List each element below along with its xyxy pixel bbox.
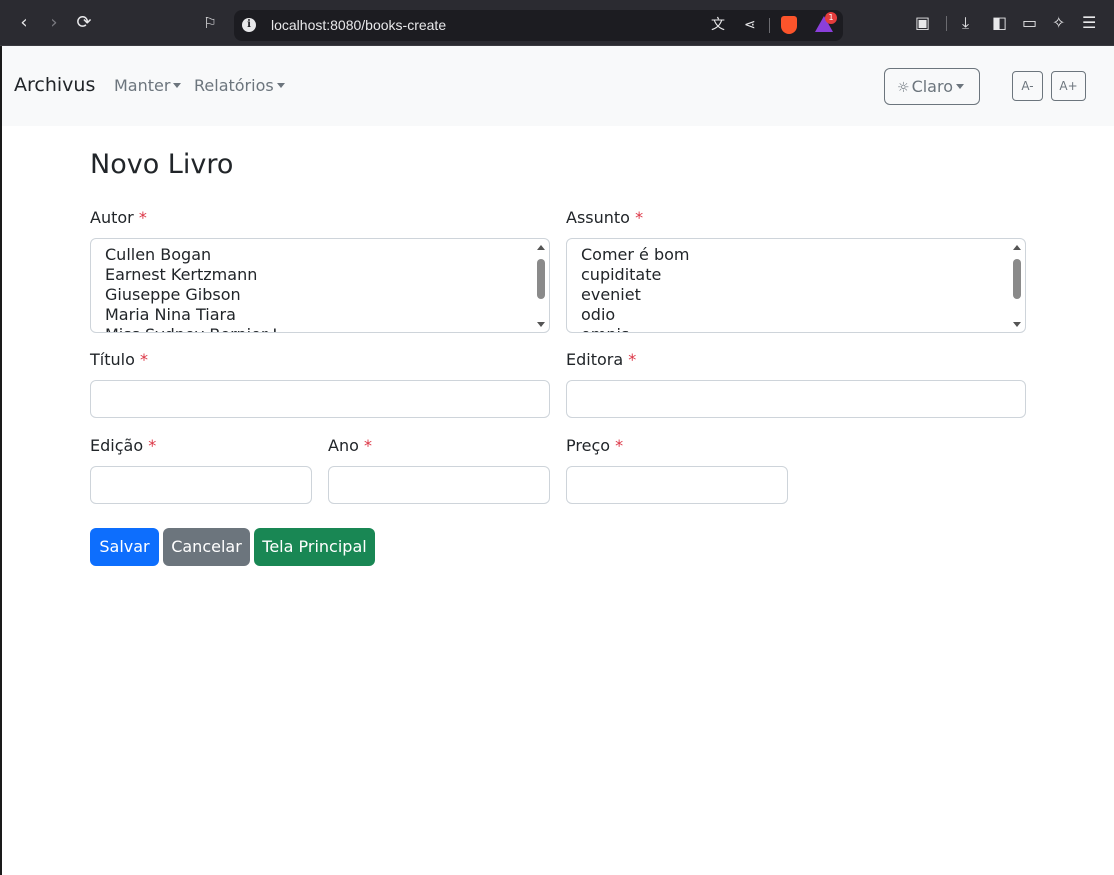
share-icon[interactable]: ⋖	[744, 16, 756, 34]
url-text[interactable]: localhost:8080/books-create	[271, 17, 446, 33]
assunto-option[interactable]: cupiditate	[581, 265, 661, 285]
reload-icon[interactable]: ⟳	[74, 13, 94, 33]
ano-label-text: Ano	[328, 436, 359, 455]
assunto-option[interactable]: eveniet	[581, 285, 641, 305]
required-mark: *	[628, 350, 637, 369]
edicao-label-text: Edição	[90, 436, 144, 455]
required-mark: *	[148, 436, 157, 455]
brand-logo[interactable]: Archivus	[14, 74, 95, 96]
edicao-label: Edição *	[90, 436, 156, 455]
chevron-down-icon	[276, 82, 285, 88]
font-increase-button[interactable]: A+	[1051, 71, 1086, 101]
autor-option[interactable]: Cullen Bogan	[105, 245, 211, 265]
required-mark: *	[615, 436, 624, 455]
home-button[interactable]: Tela Principal	[254, 528, 375, 566]
autor-option[interactable]: Miss Sydney Bernier I	[105, 325, 277, 332]
autor-select[interactable]: Cullen Bogan Earnest Kertzmann Giuseppe …	[90, 238, 550, 333]
scrollbar[interactable]	[536, 243, 546, 329]
autor-option[interactable]: Maria Nina Tiara	[105, 305, 236, 325]
window-edge	[0, 46, 2, 875]
required-mark: *	[138, 208, 147, 227]
chevron-down-icon	[956, 83, 964, 89]
scroll-up-icon[interactable]	[1013, 245, 1021, 250]
scroll-up-icon[interactable]	[537, 245, 545, 250]
browser-toolbar: ‹ › ⟳ ⚐ i localhost:8080/books-create 文 …	[0, 0, 1114, 46]
editora-label: Editora *	[566, 350, 636, 369]
required-mark: *	[363, 436, 372, 455]
theme-toggle-button[interactable]: ☼ Claro	[884, 68, 980, 105]
editora-label-text: Editora	[566, 350, 624, 369]
back-icon[interactable]: ‹	[14, 13, 34, 33]
titulo-label-text: Título	[90, 350, 135, 369]
page-title: Novo Livro	[90, 149, 234, 180]
menu-icon[interactable]: ☰	[1082, 14, 1096, 32]
assunto-option[interactable]: omnis	[581, 325, 629, 332]
notification-badge: 1	[825, 12, 837, 24]
sidebar-icon[interactable]: ◧	[992, 14, 1007, 32]
preco-label: Preço *	[566, 436, 623, 455]
font-decrease-button[interactable]: A-	[1012, 71, 1043, 101]
menu-relatorios-label: Relatórios	[194, 76, 274, 95]
app-navbar: Archivus Manter Relatórios ☼ Claro A- A+	[2, 46, 1114, 126]
ano-label: Ano *	[328, 436, 372, 455]
bookmark-icon[interactable]: ⚐	[200, 13, 220, 33]
save-button[interactable]: Salvar	[90, 528, 159, 566]
assunto-label: Assunto *	[566, 208, 643, 227]
menu-manter[interactable]: Manter	[114, 76, 182, 95]
wallet-icon[interactable]: ▭	[1022, 14, 1037, 32]
menu-relatorios[interactable]: Relatórios	[194, 76, 285, 95]
forward-icon[interactable]: ›	[44, 13, 64, 33]
site-info-icon[interactable]: i	[242, 18, 256, 32]
download-icon[interactable]: ⤓	[962, 14, 969, 32]
edicao-input[interactable]	[90, 466, 312, 504]
divider	[946, 16, 947, 31]
leo-ai-icon[interactable]: ✧	[1052, 14, 1065, 32]
editora-input[interactable]	[566, 380, 1026, 418]
theme-label: Claro	[911, 77, 953, 96]
address-bar[interactable]: i localhost:8080/books-create 文 ⋖ 1	[234, 10, 843, 41]
autor-option[interactable]: Giuseppe Gibson	[105, 285, 241, 305]
scrollbar-thumb[interactable]	[537, 259, 545, 299]
scroll-down-icon[interactable]	[537, 322, 545, 327]
titulo-input[interactable]	[90, 380, 550, 418]
menu-manter-label: Manter	[114, 76, 171, 95]
autor-label: Autor *	[90, 208, 147, 227]
brave-shields-icon[interactable]	[781, 16, 797, 34]
scrollbar-thumb[interactable]	[1013, 259, 1021, 299]
chevron-down-icon	[173, 82, 182, 88]
autor-label-text: Autor	[90, 208, 134, 227]
required-mark: *	[635, 208, 644, 227]
assunto-option[interactable]: odio	[581, 305, 615, 325]
screenshot-icon[interactable]: ▣	[915, 14, 930, 32]
assunto-select[interactable]: Comer é bom cupiditate eveniet odio omni…	[566, 238, 1026, 333]
assunto-option[interactable]: Comer é bom	[581, 245, 690, 265]
cancel-button[interactable]: Cancelar	[163, 528, 250, 566]
required-mark: *	[139, 350, 148, 369]
titulo-label: Título *	[90, 350, 148, 369]
scroll-down-icon[interactable]	[1013, 322, 1021, 327]
autor-option[interactable]: Earnest Kertzmann	[105, 265, 257, 285]
ano-input[interactable]	[328, 466, 550, 504]
assunto-label-text: Assunto	[566, 208, 630, 227]
sun-icon: ☼	[897, 80, 910, 96]
divider	[769, 18, 770, 33]
preco-label-text: Preço	[566, 436, 611, 455]
translate-icon[interactable]: 文	[711, 16, 725, 34]
scrollbar[interactable]	[1012, 243, 1022, 329]
preco-input[interactable]	[566, 466, 788, 504]
